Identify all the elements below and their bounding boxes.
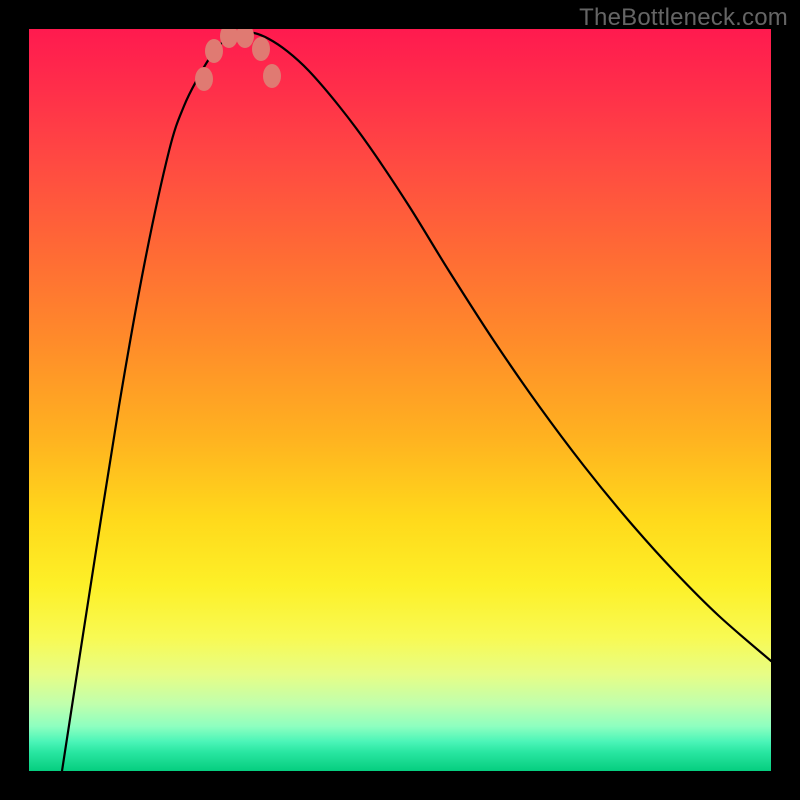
curve-marker <box>252 37 270 61</box>
curve-marker <box>205 39 223 63</box>
chart-frame: TheBottleneck.com <box>0 0 800 800</box>
curve-marker <box>220 29 238 48</box>
watermark-text: TheBottleneck.com <box>579 4 788 32</box>
curve-marker <box>195 67 213 91</box>
curve-layer <box>29 29 771 771</box>
curve-marker <box>263 64 281 88</box>
bottleneck-curve <box>62 32 771 771</box>
plot-area <box>29 29 771 771</box>
curve-marker <box>236 29 254 48</box>
